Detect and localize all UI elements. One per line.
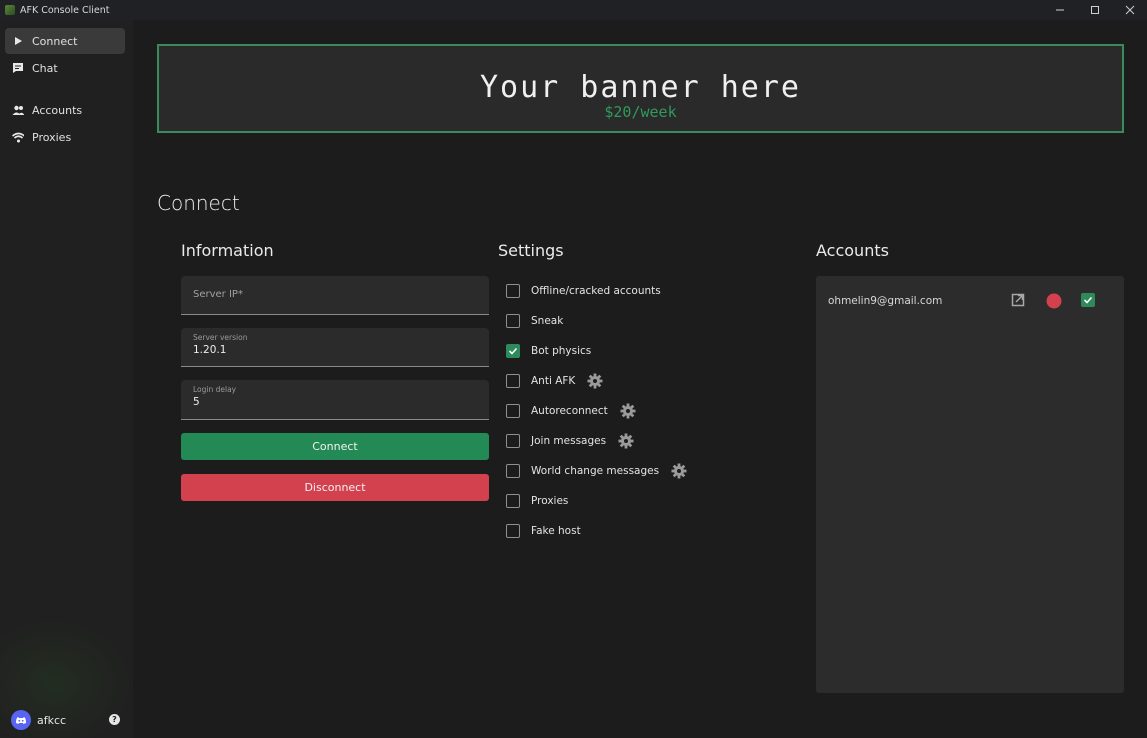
account-select-checkbox[interactable] [1081, 293, 1095, 307]
disconnect-button[interactable]: Disconnect [181, 474, 489, 501]
status-indicator-icon [1046, 293, 1062, 309]
checkbox[interactable] [506, 434, 520, 448]
people-icon [12, 104, 24, 116]
setting-option[interactable]: Autoreconnect [506, 401, 636, 421]
checkbox[interactable] [506, 404, 520, 418]
setting-option[interactable]: Bot physics [506, 341, 591, 361]
server-ip-placeholder: Server IP* [193, 289, 243, 300]
banner-title: Your banner here [480, 70, 801, 105]
setting-label: World change messages [531, 465, 660, 477]
checkbox[interactable] [506, 314, 520, 328]
checkbox[interactable] [506, 464, 520, 478]
close-button[interactable] [1112, 0, 1147, 20]
server-version-label: Server version [193, 333, 248, 342]
sidebar-item-label: Connect [32, 34, 78, 48]
setting-label: Anti AFK [531, 375, 576, 387]
server-version-input[interactable]: Server version 1.20.1 [181, 328, 489, 367]
checkmark-icon [508, 347, 518, 355]
app-title: AFK Console Client [20, 4, 110, 16]
checkbox[interactable] [506, 494, 520, 508]
banner-subtitle: $20/week [604, 103, 677, 121]
checkbox[interactable] [506, 344, 520, 358]
sidebar-item-label: Proxies [32, 130, 72, 144]
minimize-icon [1055, 9, 1064, 11]
username: afkcc [37, 713, 67, 727]
setting-option[interactable]: Offline/cracked accounts [506, 281, 661, 301]
user-profile[interactable]: afkcc [11, 710, 66, 730]
sidebar-item-label: Accounts [32, 103, 83, 117]
account-row[interactable]: ohmelin9@gmail.com [828, 293, 1118, 309]
window-controls [1042, 0, 1147, 20]
accounts-title: Accounts [816, 241, 889, 260]
close-icon [1125, 5, 1134, 15]
setting-option[interactable]: Sneak [506, 311, 563, 331]
setting-option[interactable]: Join messages [506, 431, 634, 451]
setting-label: Autoreconnect [531, 405, 608, 417]
sidebar-item-accounts[interactable]: Accounts [5, 97, 125, 123]
sidebar: Connect Chat Accounts Proxies afkcc ? [0, 20, 133, 738]
gear-icon[interactable] [620, 403, 636, 419]
setting-label: Fake host [531, 525, 581, 537]
discord-icon [11, 710, 31, 730]
sidebar-item-proxies[interactable]: Proxies [5, 124, 125, 150]
setting-option[interactable]: Anti AFK [506, 371, 603, 391]
setting-label: Join messages [531, 435, 607, 447]
help-icon[interactable]: ? [109, 714, 120, 725]
connect-button[interactable]: Connect [181, 433, 489, 460]
login-delay-label: Login delay [193, 385, 237, 394]
information-title: Information [181, 241, 274, 260]
main-content: Your banner here $20/week Connect Inform… [133, 20, 1147, 738]
sidebar-item-label: Chat [32, 61, 58, 75]
wifi-icon [12, 131, 24, 143]
app-icon [5, 5, 15, 15]
server-ip-input[interactable]: Server IP* [181, 276, 489, 315]
checkbox[interactable] [506, 374, 520, 388]
play-icon [12, 35, 24, 47]
setting-label: Bot physics [531, 345, 592, 357]
login-delay-input[interactable]: Login delay 5 [181, 380, 489, 420]
open-external-icon[interactable] [1011, 293, 1025, 307]
checkbox[interactable] [506, 524, 520, 538]
gear-icon[interactable] [671, 463, 687, 479]
accounts-panel: ohmelin9@gmail.com [816, 276, 1124, 693]
sidebar-item-connect[interactable]: Connect [5, 28, 125, 54]
sidebar-item-chat[interactable]: Chat [5, 55, 125, 81]
minimize-button[interactable] [1042, 0, 1077, 20]
gear-icon[interactable] [587, 373, 603, 389]
maximize-button[interactable] [1077, 0, 1112, 20]
server-version-value: 1.20.1 [193, 344, 227, 356]
login-delay-value: 5 [193, 396, 200, 408]
setting-label: Offline/cracked accounts [531, 285, 661, 297]
gear-icon[interactable] [618, 433, 634, 449]
setting-option[interactable]: Proxies [506, 491, 568, 511]
chat-icon [12, 62, 24, 74]
account-email: ohmelin9@gmail.com [828, 295, 943, 307]
checkbox[interactable] [506, 284, 520, 298]
setting-label: Proxies [531, 495, 569, 507]
setting-option[interactable]: World change messages [506, 461, 687, 481]
setting-option[interactable]: Fake host [506, 521, 581, 541]
title-bar: AFK Console Client [0, 0, 1147, 20]
page-title: Connect [157, 191, 240, 215]
setting-label: Sneak [531, 315, 564, 327]
settings-title: Settings [498, 241, 564, 260]
ad-banner[interactable]: Your banner here $20/week [157, 44, 1124, 133]
maximize-icon [1090, 6, 1099, 14]
